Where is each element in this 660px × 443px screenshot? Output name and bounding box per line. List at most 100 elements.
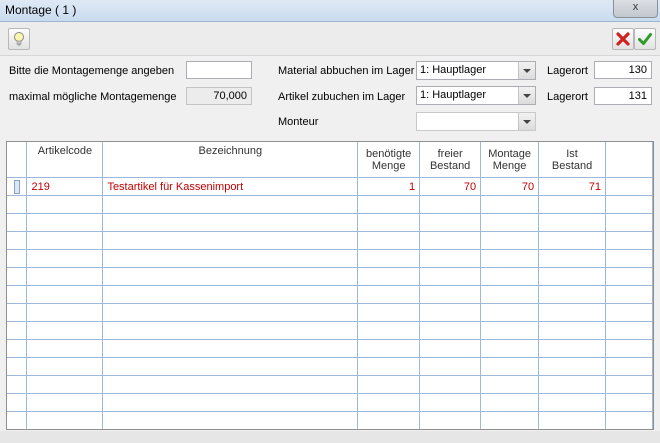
empty-cell[interactable]: [538, 249, 607, 268]
empty-cell[interactable]: [26, 249, 104, 268]
empty-cell[interactable]: [480, 357, 540, 376]
empty-cell[interactable]: [357, 249, 421, 268]
empty-cell[interactable]: [102, 249, 359, 268]
empty-cell[interactable]: [26, 213, 104, 232]
empty-cell[interactable]: [102, 267, 359, 286]
table-row[interactable]: [7, 339, 653, 358]
empty-cell[interactable]: [357, 231, 421, 250]
table-row[interactable]: [7, 267, 653, 286]
empty-cell[interactable]: [538, 231, 607, 250]
empty-cell[interactable]: [102, 195, 359, 214]
empty-cell[interactable]: [26, 195, 104, 214]
table-row[interactable]: [7, 321, 653, 340]
empty-cell[interactable]: [538, 339, 607, 358]
empty-cell[interactable]: [357, 339, 421, 358]
table-row[interactable]: [7, 195, 653, 214]
row-selector[interactable]: [7, 321, 28, 340]
empty-cell[interactable]: [419, 375, 482, 394]
empty-cell[interactable]: [357, 375, 421, 394]
row-selector[interactable]: [7, 357, 28, 376]
empty-cell[interactable]: [480, 339, 540, 358]
empty-cell[interactable]: [419, 321, 482, 340]
empty-cell[interactable]: [102, 339, 359, 358]
empty-cell[interactable]: [538, 267, 607, 286]
chevron-down-icon[interactable]: [518, 62, 535, 79]
monteur-select[interactable]: [416, 112, 536, 131]
empty-cell[interactable]: [102, 375, 359, 394]
empty-cell[interactable]: [419, 339, 482, 358]
table-row[interactable]: [7, 357, 653, 376]
empty-cell[interactable]: [357, 321, 421, 340]
lagerort-1-input[interactable]: 130: [594, 61, 652, 79]
empty-cell[interactable]: [357, 303, 421, 322]
empty-cell[interactable]: [419, 285, 482, 304]
row-selector[interactable]: [7, 249, 28, 268]
table-row[interactable]: [7, 249, 653, 268]
empty-cell[interactable]: [102, 321, 359, 340]
empty-cell[interactable]: [480, 411, 540, 429]
empty-cell[interactable]: [102, 357, 359, 376]
empty-cell[interactable]: [102, 411, 359, 429]
empty-cell[interactable]: [419, 267, 482, 286]
empty-cell[interactable]: [357, 411, 421, 429]
table-row[interactable]: [7, 213, 653, 232]
empty-cell[interactable]: [538, 321, 607, 340]
empty-cell[interactable]: [357, 285, 421, 304]
empty-cell[interactable]: [419, 393, 482, 412]
table-row[interactable]: [7, 231, 653, 250]
empty-cell[interactable]: [419, 213, 482, 232]
empty-cell[interactable]: [26, 303, 104, 322]
empty-cell[interactable]: [480, 393, 540, 412]
chevron-down-icon[interactable]: [518, 113, 535, 130]
empty-cell[interactable]: [357, 267, 421, 286]
montagemenge-input[interactable]: [186, 61, 252, 79]
row-selector[interactable]: [7, 195, 28, 214]
row-selector[interactable]: [7, 285, 28, 304]
empty-cell[interactable]: [26, 393, 104, 412]
empty-cell[interactable]: [26, 375, 104, 394]
cell-bezeichnung[interactable]: Testartikel für Kassenimport: [102, 177, 359, 196]
cell-benoetigte-menge[interactable]: 1: [357, 177, 421, 196]
empty-cell[interactable]: [26, 231, 104, 250]
table-row[interactable]: [7, 375, 653, 394]
cancel-button[interactable]: [612, 28, 634, 50]
table-row[interactable]: [7, 285, 653, 304]
empty-cell[interactable]: [480, 231, 540, 250]
empty-cell[interactable]: [357, 213, 421, 232]
cell-ist-bestand[interactable]: 71: [538, 177, 607, 196]
col-header-ist-bestand[interactable]: Ist Bestand: [538, 142, 607, 178]
empty-cell[interactable]: [26, 267, 104, 286]
empty-cell[interactable]: [538, 411, 607, 429]
col-header-montage-menge[interactable]: Montage Menge: [480, 142, 540, 178]
empty-cell[interactable]: [102, 285, 359, 304]
empty-cell[interactable]: [480, 375, 540, 394]
info-button[interactable]: [8, 28, 30, 50]
row-selector[interactable]: [7, 177, 28, 196]
empty-cell[interactable]: [26, 339, 104, 358]
empty-cell[interactable]: [26, 357, 104, 376]
empty-cell[interactable]: [102, 303, 359, 322]
cell-artikelcode[interactable]: 219: [26, 177, 104, 196]
empty-cell[interactable]: [419, 303, 482, 322]
row-selector[interactable]: [7, 213, 28, 232]
empty-cell[interactable]: [357, 195, 421, 214]
empty-cell[interactable]: [480, 195, 540, 214]
empty-cell[interactable]: [419, 231, 482, 250]
row-selector[interactable]: [7, 393, 28, 412]
ok-button[interactable]: [634, 28, 656, 50]
material-lager-select[interactable]: 1: Hauptlager: [416, 61, 536, 80]
empty-cell[interactable]: [480, 321, 540, 340]
empty-cell[interactable]: [102, 213, 359, 232]
empty-cell[interactable]: [102, 231, 359, 250]
row-selector[interactable]: [7, 303, 28, 322]
empty-cell[interactable]: [419, 249, 482, 268]
table-row[interactable]: [7, 411, 653, 429]
empty-cell[interactable]: [538, 213, 607, 232]
empty-cell[interactable]: [480, 267, 540, 286]
row-selector[interactable]: [7, 339, 28, 358]
table-row[interactable]: [7, 393, 653, 412]
empty-cell[interactable]: [480, 285, 540, 304]
table-row[interactable]: 219 Testartikel für Kassenimport 1 70 70…: [7, 177, 653, 196]
lagerort-2-input[interactable]: 131: [594, 87, 652, 105]
col-header-artikelcode[interactable]: Artikelcode: [26, 142, 104, 178]
